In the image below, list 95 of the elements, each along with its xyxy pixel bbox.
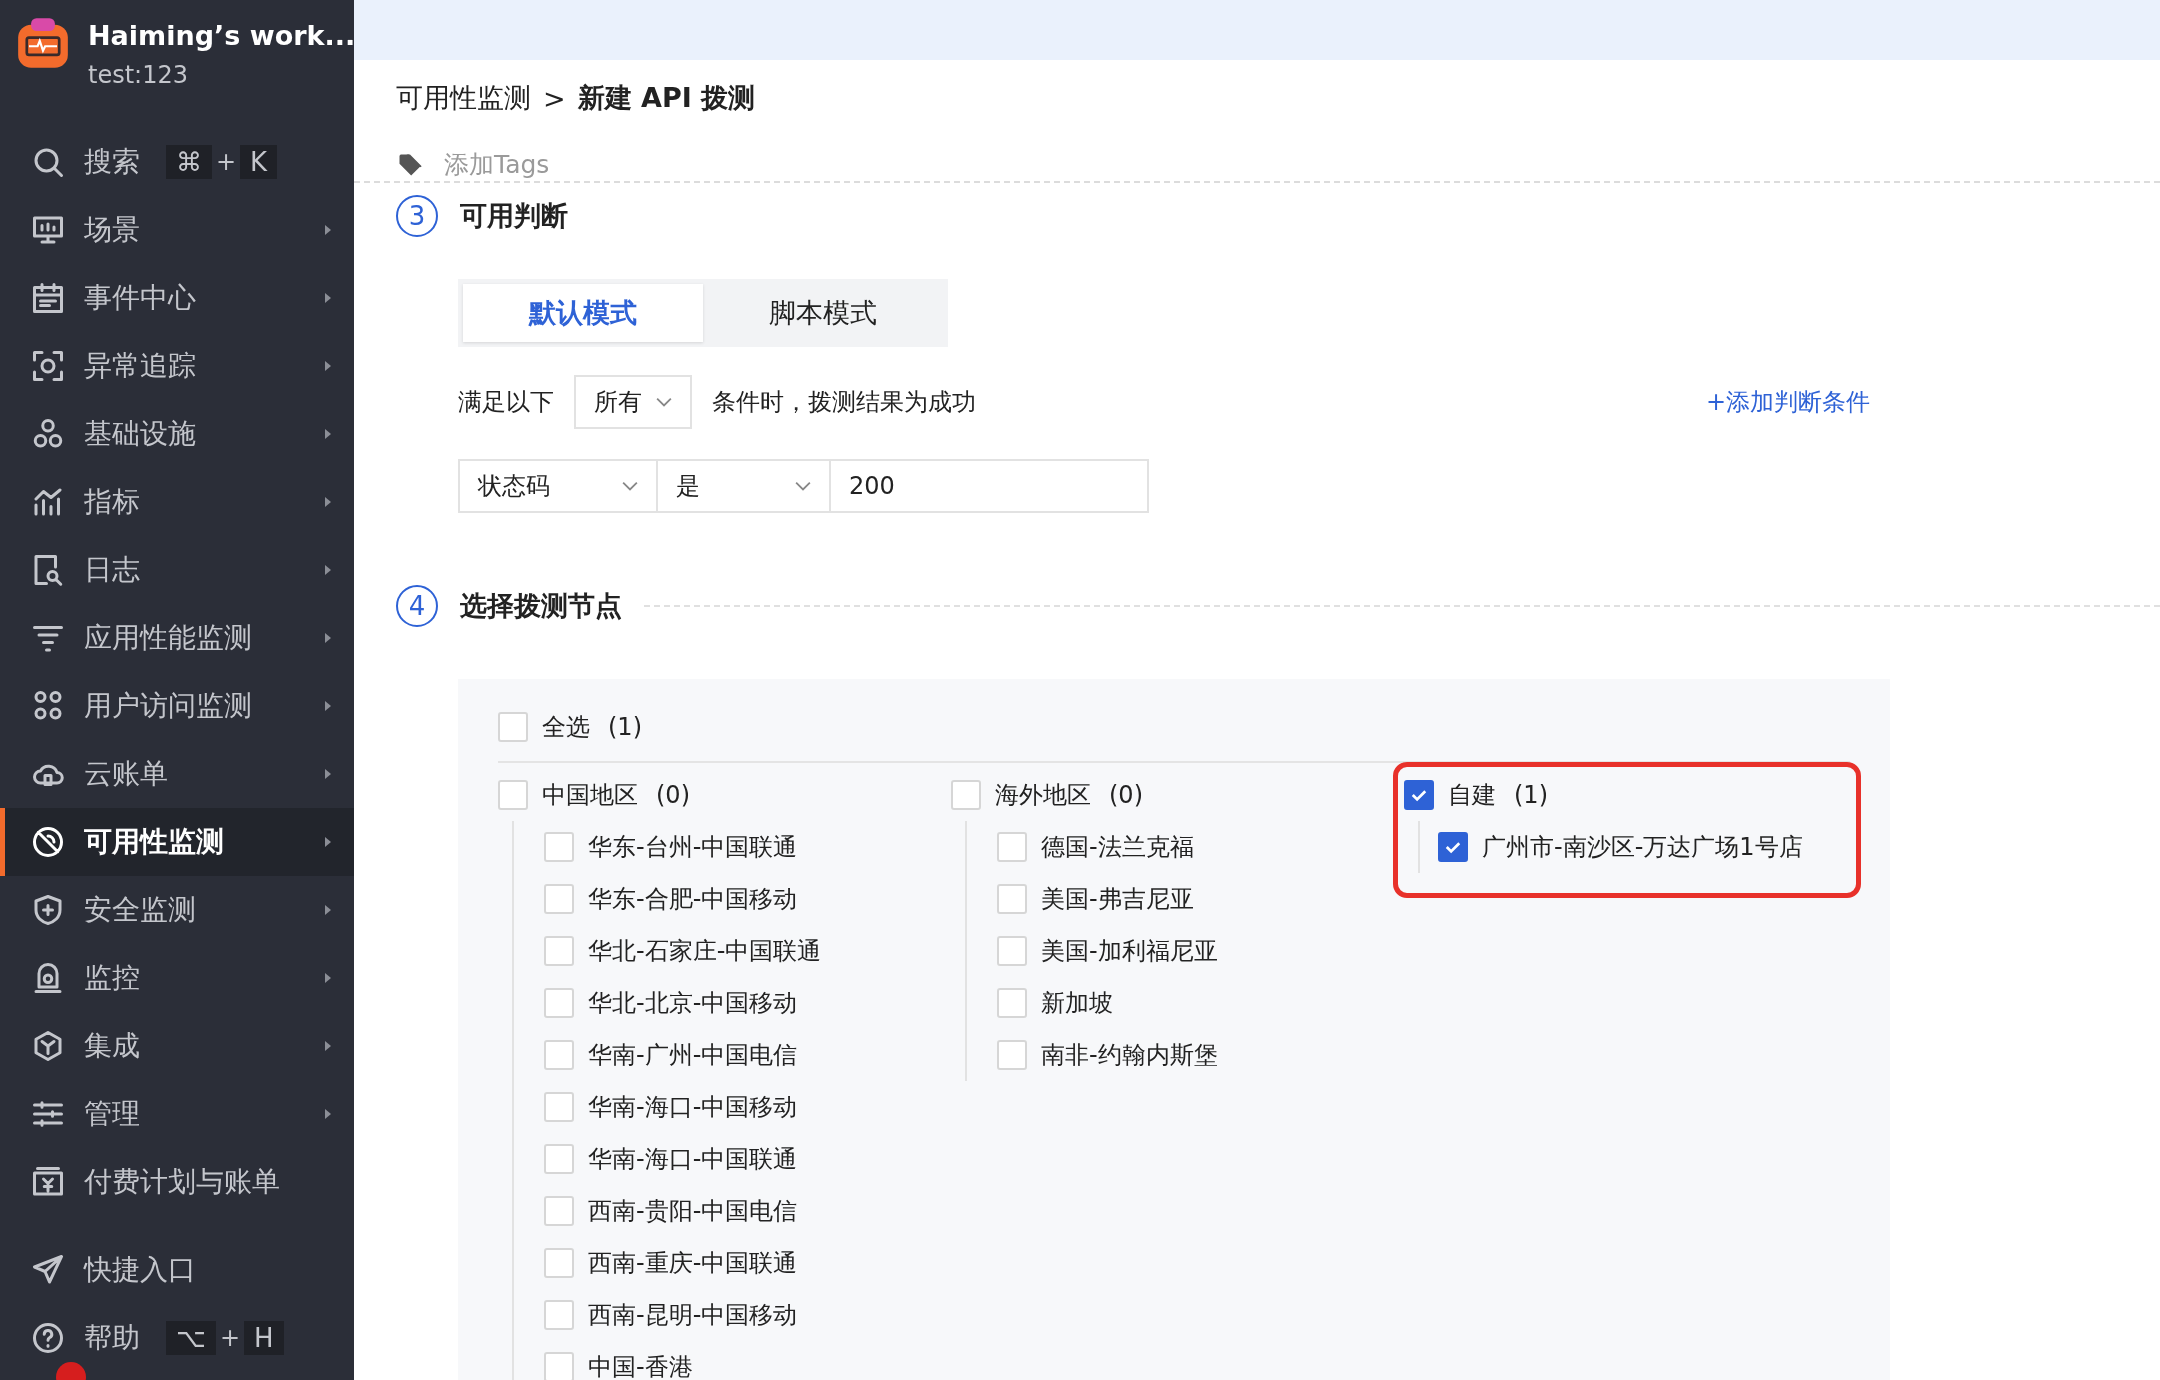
checkbox[interactable] xyxy=(1404,780,1434,810)
sidebar-label: 事件中心 xyxy=(84,280,196,316)
sidebar-label: 指标 xyxy=(84,484,140,520)
sidebar-label: 异常追踪 xyxy=(84,348,196,384)
logo-icon xyxy=(16,16,70,70)
checkbox-label: 华北-北京-中国移动 xyxy=(588,988,798,1019)
sidebar-label: 快捷入口 xyxy=(84,1252,196,1288)
breadcrumb-separator: > xyxy=(543,82,566,114)
scan-icon xyxy=(30,348,66,384)
page-title: 新建 API 拨测 xyxy=(577,81,756,115)
checkbox-label: 华东-台州-中国联通 xyxy=(588,832,798,863)
sidebar-item[interactable]: 集成 xyxy=(0,1012,354,1080)
sidebar-item[interactable]: 事件中心 xyxy=(0,264,354,332)
checkbox-label: 西南-重庆-中国联通 xyxy=(588,1248,798,1279)
sidebar-label: 集成 xyxy=(84,1028,140,1064)
field-select[interactable]: 状态码 xyxy=(458,459,658,513)
checkbox-label: 华东-合肥-中国移动 xyxy=(588,884,798,915)
key-cap: H xyxy=(244,1321,284,1355)
sidebar-label: 云账单 xyxy=(84,756,168,792)
step-title: 可用判断 xyxy=(460,199,568,233)
sidebar-item[interactable]: 日志 xyxy=(0,536,354,604)
value-input[interactable]: 200 xyxy=(829,459,1149,513)
checkbox-label: 华南-广州-中国电信 xyxy=(588,1040,798,1071)
checkbox-label: 德国-法兰克福 xyxy=(1041,832,1194,863)
key-joiner: + xyxy=(219,1324,241,1352)
sidebar-item[interactable]: 应用性能监测 xyxy=(0,604,354,672)
sidebar-label: 场景 xyxy=(84,212,140,248)
checkbox-label: 全选 xyxy=(542,712,590,743)
sidebar-item[interactable]: 基础设施 xyxy=(0,400,354,468)
checkbox-label: 西南-贵阳-中国电信 xyxy=(588,1196,798,1227)
workspace-name[interactable]: Haiming’s work... xyxy=(88,20,354,51)
checkbox-label: 华北-石家庄-中国联通 xyxy=(588,936,822,967)
checkbox-label: 新加坡 xyxy=(1041,988,1113,1019)
node-count: (1) xyxy=(1514,781,1548,809)
step-title: 选择拨测节点 xyxy=(460,589,622,623)
key-cap: ⌘ xyxy=(166,145,212,179)
sidebar-label: 管理 xyxy=(84,1096,140,1132)
sidebar-item[interactable]: 云账单 xyxy=(0,740,354,808)
match-select[interactable]: 所有 xyxy=(574,375,692,429)
sidebar-item[interactable]: 管理 xyxy=(0,1080,354,1148)
sidebar-label: 基础设施 xyxy=(84,416,196,452)
sidebar-item[interactable]: 指标 xyxy=(0,468,354,536)
checkbox-label: 海外地区 xyxy=(995,780,1091,811)
checkbox-label: 美国-弗吉尼亚 xyxy=(1041,884,1194,915)
key-joiner: + xyxy=(216,148,237,176)
breadcrumb-link[interactable]: 可用性监测 xyxy=(396,80,531,116)
sidebar-label: 可用性监测 xyxy=(84,824,224,860)
calendar-icon xyxy=(30,280,66,316)
sidebar-label: 搜索 xyxy=(84,144,140,180)
checkbox-label: 西南-昆明-中国移动 xyxy=(588,1300,798,1331)
sidebar-item[interactable]: 搜索 ⌘ + K xyxy=(0,128,354,196)
sidebar-label: 日志 xyxy=(84,552,140,588)
sidebar-item[interactable]: 用户访问监测 xyxy=(0,672,354,740)
sidebar-item[interactable]: 可用性监测 xyxy=(0,808,354,876)
sidebar-label: 安全监测 xyxy=(84,892,196,928)
checkbox-label: 中国地区 xyxy=(542,780,638,811)
sidebar-item[interactable]: 快捷入口 xyxy=(0,1236,354,1304)
key-cap: ⌥ xyxy=(166,1321,216,1355)
chevron-down-icon xyxy=(795,481,811,491)
condition-label: 条件时，拨测结果为成功 xyxy=(712,387,976,418)
sidebar-item[interactable]: 付费计划与账单 xyxy=(0,1148,354,1216)
chevron-down-icon xyxy=(622,481,638,491)
add-condition-link[interactable]: +添加判断条件 xyxy=(1705,386,1870,418)
sidebar-label: 应用性能监测 xyxy=(84,620,252,656)
chevron-down-icon xyxy=(656,397,672,407)
help-icon xyxy=(30,1320,66,1356)
radar-icon xyxy=(30,824,66,860)
mode-tab[interactable]: 默认模式 xyxy=(463,284,703,342)
mode-tab[interactable]: 脚本模式 xyxy=(703,284,943,342)
sidebar-item[interactable]: 帮助 ⌥ + H xyxy=(0,1304,354,1372)
sidebar-label: 付费计划与账单 xyxy=(84,1164,280,1200)
checkbox[interactable] xyxy=(1438,832,1468,862)
operator-select[interactable]: 是 xyxy=(656,459,831,513)
checkbox-label: 华南-海口-中国联通 xyxy=(588,1144,798,1175)
checkbox-label: 广州市-南沙区-万达广场1号店 xyxy=(1482,832,1803,863)
node-count: (1) xyxy=(608,713,642,741)
condition-label: 满足以下 xyxy=(458,387,554,418)
checkbox-label: 美国-加利福尼亚 xyxy=(1041,936,1218,967)
workspace-user: test:123 xyxy=(88,61,189,89)
checkbox-label: 华南-海口-中国移动 xyxy=(588,1092,798,1123)
sidebar-label: 帮助 xyxy=(84,1320,140,1356)
node-count: (0) xyxy=(656,781,690,809)
sidebar-item[interactable]: 安全监测 xyxy=(0,876,354,944)
sidebar-label: 用户访问监测 xyxy=(84,688,252,724)
step-number: 3 xyxy=(396,195,438,237)
checkbox-label: 中国-香港 xyxy=(588,1352,693,1380)
sidebar-item[interactable]: 监控 xyxy=(0,944,354,1012)
node-count: (0) xyxy=(1109,781,1143,809)
key-cap: K xyxy=(240,145,278,179)
sidebar-item[interactable]: 异常追踪 xyxy=(0,332,354,400)
checkbox-label: 自建 xyxy=(1448,780,1496,811)
step-number: 4 xyxy=(396,585,438,627)
checkbox-label: 南非-约翰内斯堡 xyxy=(1041,1040,1218,1071)
sidebar-label: 监控 xyxy=(84,960,140,996)
sidebar-item[interactable]: 场景 xyxy=(0,196,354,264)
